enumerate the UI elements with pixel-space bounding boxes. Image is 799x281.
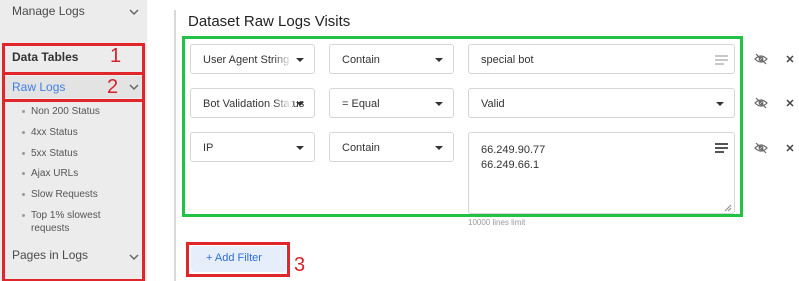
filter-operator-select[interactable]: = Equal [329,88,454,118]
sidebar-item-label: Manage Logs [12,4,85,18]
filter-value-input[interactable]: special bot [468,44,735,74]
filter-field-select[interactable]: IP [190,132,315,162]
caret-down-icon [435,102,443,106]
filter-operator-select[interactable]: Contain [329,44,454,74]
filter-value-text: 66.249.90.77 66.249.66.1 [481,144,546,171]
annotation-box-2 [2,72,145,102]
sidebar-item-manage-logs[interactable]: Manage Logs [12,4,140,22]
caret-down-icon [435,146,443,150]
caret-down-icon [435,58,443,62]
eye-off-icon[interactable] [754,53,768,65]
eye-off-icon[interactable] [754,97,768,109]
filter-field-select[interactable]: Bot Validation Status [190,88,315,118]
caret-down-icon [296,146,304,150]
filter-operator-select[interactable]: Contain [329,132,454,162]
annotation-number-1: 1 [110,45,122,67]
divider [174,10,176,281]
text-fade [274,45,292,73]
chevron-down-icon [128,6,140,18]
filter-value-text: special bot [481,54,534,66]
sidebar-gutter [147,0,155,281]
filter-operator-value: = Equal [342,98,380,110]
filter-field-value: IP [203,142,214,154]
resize-handle-icon[interactable] [724,203,732,212]
filter-value-textarea[interactable]: 66.249.90.77 66.249.66.1 [468,132,735,214]
close-icon[interactable] [785,143,795,153]
filter-operator-value: Contain [342,142,380,154]
multiline-toggle-icon[interactable] [715,55,728,66]
filter-operator-value: Contain [342,54,380,66]
annotation-box-3 [186,242,290,277]
close-icon[interactable] [785,54,795,64]
annotation-number-3: 3 [294,254,306,276]
eye-off-icon[interactable] [754,142,768,154]
close-icon[interactable] [785,98,795,108]
lines-limit-note: 10000 lines limit [468,218,526,227]
caret-down-icon [716,102,724,106]
caret-down-icon [296,102,304,106]
text-fade [274,89,292,117]
annotation-number-2: 2 [107,76,119,98]
page-title: Dataset Raw Logs Visits [188,13,351,30]
caret-down-icon [296,58,304,62]
multiline-toggle-icon[interactable] [715,143,728,154]
filter-value-text: Valid [481,98,505,110]
filter-field-select[interactable]: User Agent String [190,44,315,74]
filter-value-select[interactable]: Valid [468,88,735,118]
